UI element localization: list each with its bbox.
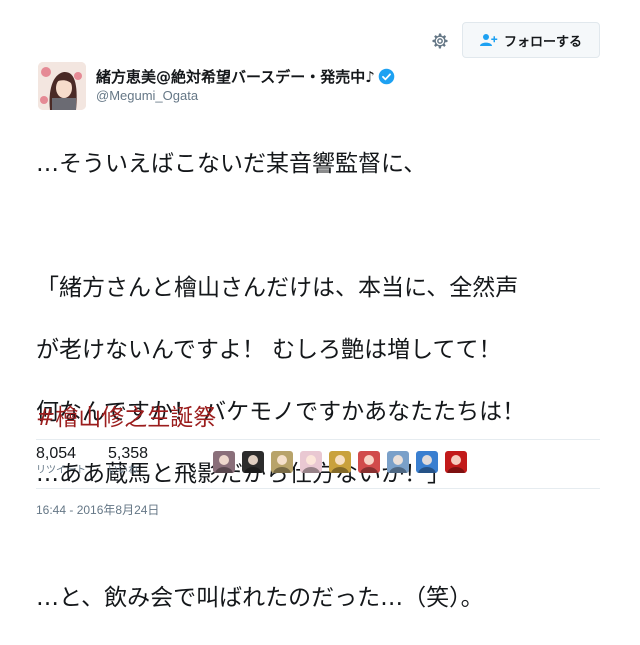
avatar-thumb-6[interactable]	[358, 451, 380, 473]
avatar-thumb-1[interactable]	[213, 451, 235, 473]
divider	[36, 488, 600, 489]
avatar-thumb-9[interactable]	[445, 451, 467, 473]
avatar-thumb-4[interactable]	[300, 451, 322, 473]
tweet-line: …そういえばこないだ某音響監督に、	[36, 151, 427, 177]
avatar-thumb-3[interactable]	[271, 451, 293, 473]
user-handle[interactable]: @Megumi_Ogata	[96, 88, 198, 103]
retweet-stat[interactable]: 8,054 リツイート	[36, 444, 86, 478]
retweet-label: リツイート	[36, 465, 86, 476]
tweet-timestamp[interactable]: 16:44 - 2016年8月24日	[36, 501, 159, 518]
follow-button[interactable]: フォローする	[462, 22, 600, 58]
avatar-thumb-7[interactable]	[387, 451, 409, 473]
like-count: 5,358	[108, 445, 149, 462]
verified-badge-icon	[378, 68, 395, 85]
gear-icon[interactable]	[430, 31, 450, 51]
divider	[36, 439, 600, 440]
display-name[interactable]: 緒方恵美@絶対希望バースデー・発売中♪	[96, 66, 395, 87]
tweet-line	[36, 211, 626, 242]
display-name-text[interactable]: 緒方恵美@絶対希望バースデー・発売中♪	[96, 66, 375, 87]
liker-avatars	[213, 451, 474, 473]
tweet-stats: 8,054 リツイート 5,358 いいね	[36, 444, 170, 478]
retweet-count: 8,054	[36, 445, 77, 462]
follow-button-label: フォローする	[503, 34, 582, 50]
avatar-thumb-2[interactable]	[242, 451, 264, 473]
avatar[interactable]	[38, 62, 86, 110]
hashtag-link[interactable]: #檜山修之生誕祭	[36, 398, 216, 432]
like-label: いいね	[108, 465, 138, 476]
tweet-line: が老けないんですよ！ むしろ艶は増してて！	[36, 337, 502, 363]
tweet-text: …そういえばこないだ某音響監督に、 「緒方さんと檜山さんだけは、本当に、全然声 …	[36, 118, 626, 645]
tweet-card: 緒方恵美@絶対希望バースデー・発売中♪ @Megumi_Ogata フォローする…	[0, 0, 640, 611]
add-user-icon	[479, 34, 498, 46]
tweet-line: …と、飲み会で叫ばれたのだった…（笑）。	[36, 585, 484, 611]
like-stat[interactable]: 5,358 いいね	[108, 444, 148, 478]
tweet-line: 「緒方さんと檜山さんだけは、本当に、全然声	[36, 275, 519, 301]
avatar-thumb-8[interactable]	[416, 451, 438, 473]
avatar-thumb-5[interactable]	[329, 451, 351, 473]
